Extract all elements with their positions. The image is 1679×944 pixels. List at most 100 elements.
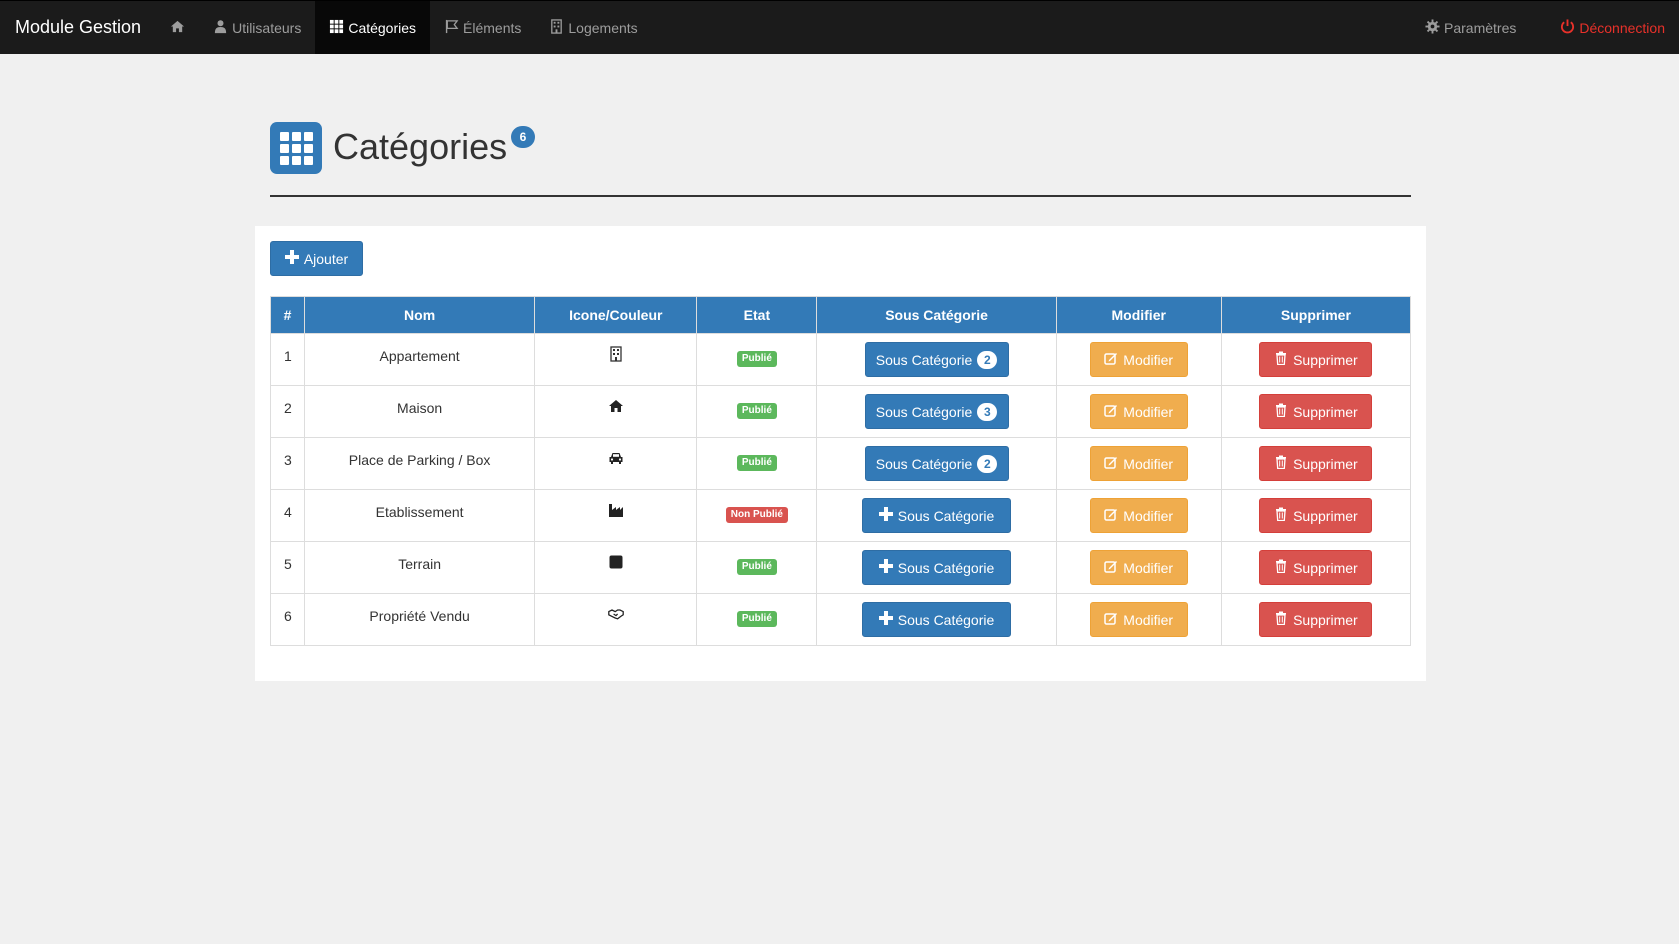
row-delete-cell: Supprimer (1220, 437, 1412, 490)
delete-button[interactable]: Supprimer (1259, 342, 1373, 377)
add-sous-categorie-button[interactable]: Sous Catégorie (862, 498, 1012, 533)
nav-parametres[interactable]: Paramètres (1411, 1, 1546, 54)
edit-icon (1104, 403, 1118, 420)
modify-label: Modifier (1123, 611, 1174, 628)
nav-logements[interactable]: Logements (535, 1, 651, 54)
table-row: 6 Propriété Vendu Publié Sous Catégorie (269, 593, 1412, 646)
trash-icon (1274, 611, 1288, 628)
nav-utilisateurs[interactable]: Utilisateurs (199, 1, 315, 54)
square-icon (608, 555, 624, 573)
status-badge: Publié (736, 403, 777, 419)
status-badge: Publié (736, 611, 777, 627)
modify-label: Modifier (1123, 351, 1174, 368)
sous-categorie-button[interactable]: Sous Catégorie 2 (864, 446, 1009, 481)
handshake-icon (607, 609, 624, 625)
sous-categorie-label: Sous Catégorie (875, 455, 973, 472)
row-name: Terrain (304, 541, 536, 594)
sub-count-badge: 3 (977, 402, 998, 421)
brand-title[interactable]: Module Gestion (0, 1, 156, 54)
sous-categorie-label: Sous Catégorie (897, 507, 995, 524)
row-delete-cell: Supprimer (1220, 541, 1412, 594)
row-number: 4 (269, 489, 306, 542)
nav-home[interactable] (156, 1, 199, 54)
column-header-supprimer[interactable]: Supprimer (1220, 296, 1412, 334)
modify-label: Modifier (1123, 455, 1174, 472)
sous-categorie-button[interactable]: Sous Catégorie 3 (864, 394, 1009, 429)
car-icon (608, 453, 624, 469)
sous-categorie-label: Sous Catégorie (875, 351, 973, 368)
row-etat-cell: Publié (696, 333, 818, 386)
categories-panel: Ajouter # Nom Icone/Couleur Etat Sous Ca… (255, 226, 1426, 681)
delete-button[interactable]: Supprimer (1259, 602, 1373, 637)
row-modify-cell: Modifier (1055, 593, 1222, 646)
building-icon (608, 346, 624, 365)
modify-button[interactable]: Modifier (1089, 446, 1188, 481)
sub-count-badge: 2 (977, 350, 998, 369)
row-etat-cell: Publié (696, 385, 818, 438)
column-header-number[interactable]: # (269, 296, 306, 334)
modify-button[interactable]: Modifier (1089, 342, 1188, 377)
row-name: Place de Parking / Box (304, 437, 536, 490)
nav-utilisateurs-label: Utilisateurs (232, 19, 302, 36)
row-sub-cell: Sous Catégorie (816, 489, 1057, 542)
column-header-sous-categorie[interactable]: Sous Catégorie (816, 296, 1057, 334)
column-header-etat[interactable]: Etat (696, 296, 818, 334)
table-row: 5 Terrain Publié Sous Catégorie Modifier… (269, 541, 1412, 594)
delete-button[interactable]: Supprimer (1259, 446, 1373, 481)
row-name: Propriété Vendu (304, 593, 536, 646)
add-button-label: Ajouter (303, 250, 349, 267)
nav-categories-label: Catégories (348, 19, 417, 36)
categories-table: # Nom Icone/Couleur Etat Sous Catégorie … (269, 296, 1412, 646)
delete-button[interactable]: Supprimer (1259, 550, 1373, 585)
count-badge: 6 (511, 126, 535, 148)
modify-button[interactable]: Modifier (1089, 498, 1188, 533)
plus-icon (878, 559, 893, 576)
add-sous-categorie-button[interactable]: Sous Catégorie (862, 602, 1012, 637)
modify-button[interactable]: Modifier (1089, 550, 1188, 585)
edit-icon (1104, 455, 1118, 472)
grid-icon (329, 19, 344, 37)
column-header-icone[interactable]: Icone/Couleur (534, 296, 698, 334)
row-delete-cell: Supprimer (1220, 489, 1412, 542)
column-header-modifier[interactable]: Modifier (1055, 296, 1222, 334)
nav-elements[interactable]: Éléments (430, 1, 535, 54)
nav-logout-label: Déconnection (1579, 19, 1665, 36)
trash-icon (1274, 403, 1288, 420)
sous-categorie-button[interactable]: Sous Catégorie 2 (864, 342, 1009, 377)
sous-categorie-label: Sous Catégorie (897, 559, 995, 576)
top-navbar: Module Gestion Utilisateurs Catégories É… (0, 0, 1679, 54)
row-number: 5 (269, 541, 306, 594)
nav-categories[interactable]: Catégories (315, 1, 431, 54)
grid-icon (270, 122, 322, 174)
modify-label: Modifier (1123, 403, 1174, 420)
delete-label: Supprimer (1293, 403, 1358, 420)
column-header-nom[interactable]: Nom (304, 296, 536, 334)
nav-logout[interactable]: Déconnection (1546, 1, 1679, 54)
nav-parametres-label: Paramètres (1444, 19, 1517, 36)
row-name: Maison (304, 385, 536, 438)
table-row: 4 Etablissement Non Publié Sous Catégori… (269, 489, 1412, 542)
add-button[interactable]: Ajouter (270, 241, 363, 276)
nav-logements-label: Logements (568, 19, 638, 36)
table-row: 1 Appartement Publié Sous Catégorie 2 Mo… (269, 333, 1412, 386)
power-icon (1560, 18, 1575, 37)
modify-button[interactable]: Modifier (1089, 602, 1188, 637)
status-badge: Publié (736, 455, 777, 471)
delete-label: Supprimer (1293, 507, 1358, 524)
row-delete-cell: Supprimer (1220, 593, 1412, 646)
gear-icon (1425, 18, 1440, 37)
user-icon (213, 19, 228, 37)
sub-count-badge: 2 (977, 454, 998, 473)
row-icon-cell (534, 437, 698, 490)
building-icon (549, 18, 564, 37)
delete-button[interactable]: Supprimer (1259, 498, 1373, 533)
add-sous-categorie-button[interactable]: Sous Catégorie (862, 550, 1012, 585)
row-etat-cell: Publié (696, 541, 818, 594)
row-name: Appartement (304, 333, 536, 386)
row-number: 2 (269, 385, 306, 438)
row-sub-cell: Sous Catégorie 3 (816, 385, 1057, 438)
modify-label: Modifier (1123, 507, 1174, 524)
delete-button[interactable]: Supprimer (1259, 394, 1373, 429)
modify-button[interactable]: Modifier (1089, 394, 1188, 429)
table-row: 2 Maison Publié Sous Catégorie 3 Modifie… (269, 385, 1412, 438)
